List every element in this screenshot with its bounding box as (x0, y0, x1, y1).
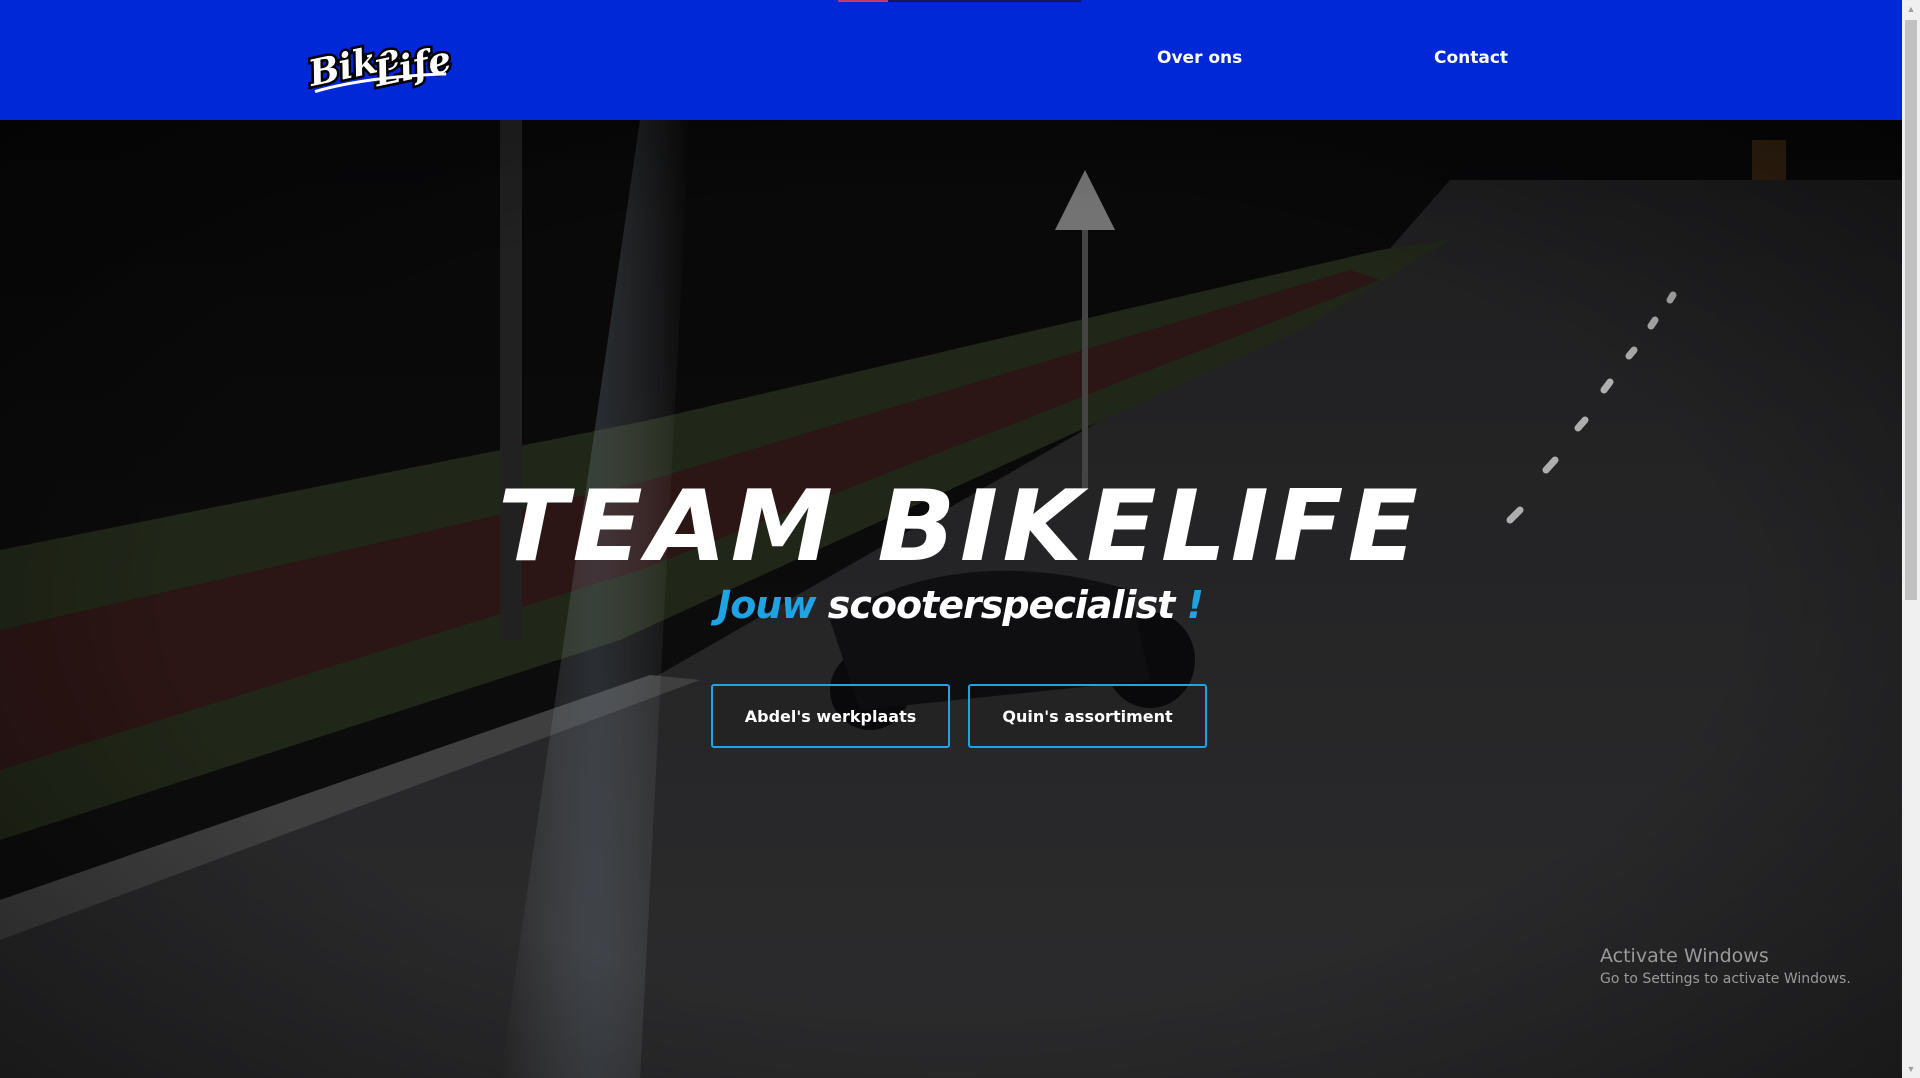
top-strip-accent (838, 0, 888, 2)
activate-windows-watermark: Activate Windows Go to Settings to activ… (1600, 945, 1851, 987)
abdels-werkplaats-button[interactable]: Abdel's werkplaats (711, 684, 950, 748)
quins-assortiment-button[interactable]: Quin's assortiment (968, 684, 1207, 748)
vertical-scrollbar[interactable]: ▲ ▼ (1902, 0, 1920, 1078)
hero-title: TEAM BIKELIFE (497, 470, 1423, 584)
bikelife-logo[interactable]: Bike Life (302, 26, 452, 96)
hero-subtitle-end: ! (1186, 583, 1204, 627)
scroll-up-arrow-icon[interactable]: ▲ (1902, 0, 1920, 18)
page: Bike Life Over ons Contact TEAM BIKELIFE… (0, 0, 1902, 1078)
hero-subtitle-main: scooterspecialist (815, 583, 1187, 627)
hero-subtitle: Jouw scooterspecialist ! (0, 583, 1902, 627)
nav-contact[interactable]: Contact (1434, 48, 1508, 68)
scroll-thumb[interactable] (1905, 20, 1917, 600)
activate-windows-title: Activate Windows (1600, 945, 1769, 967)
activate-windows-subtitle: Go to Settings to activate Windows. (1600, 971, 1851, 987)
nav-over-ons[interactable]: Over ons (1157, 48, 1242, 68)
hero-subtitle-accent: Jouw (717, 583, 816, 627)
site-header: Bike Life Over ons Contact (0, 0, 1902, 120)
scroll-down-arrow-icon[interactable]: ▼ (1902, 1060, 1920, 1078)
